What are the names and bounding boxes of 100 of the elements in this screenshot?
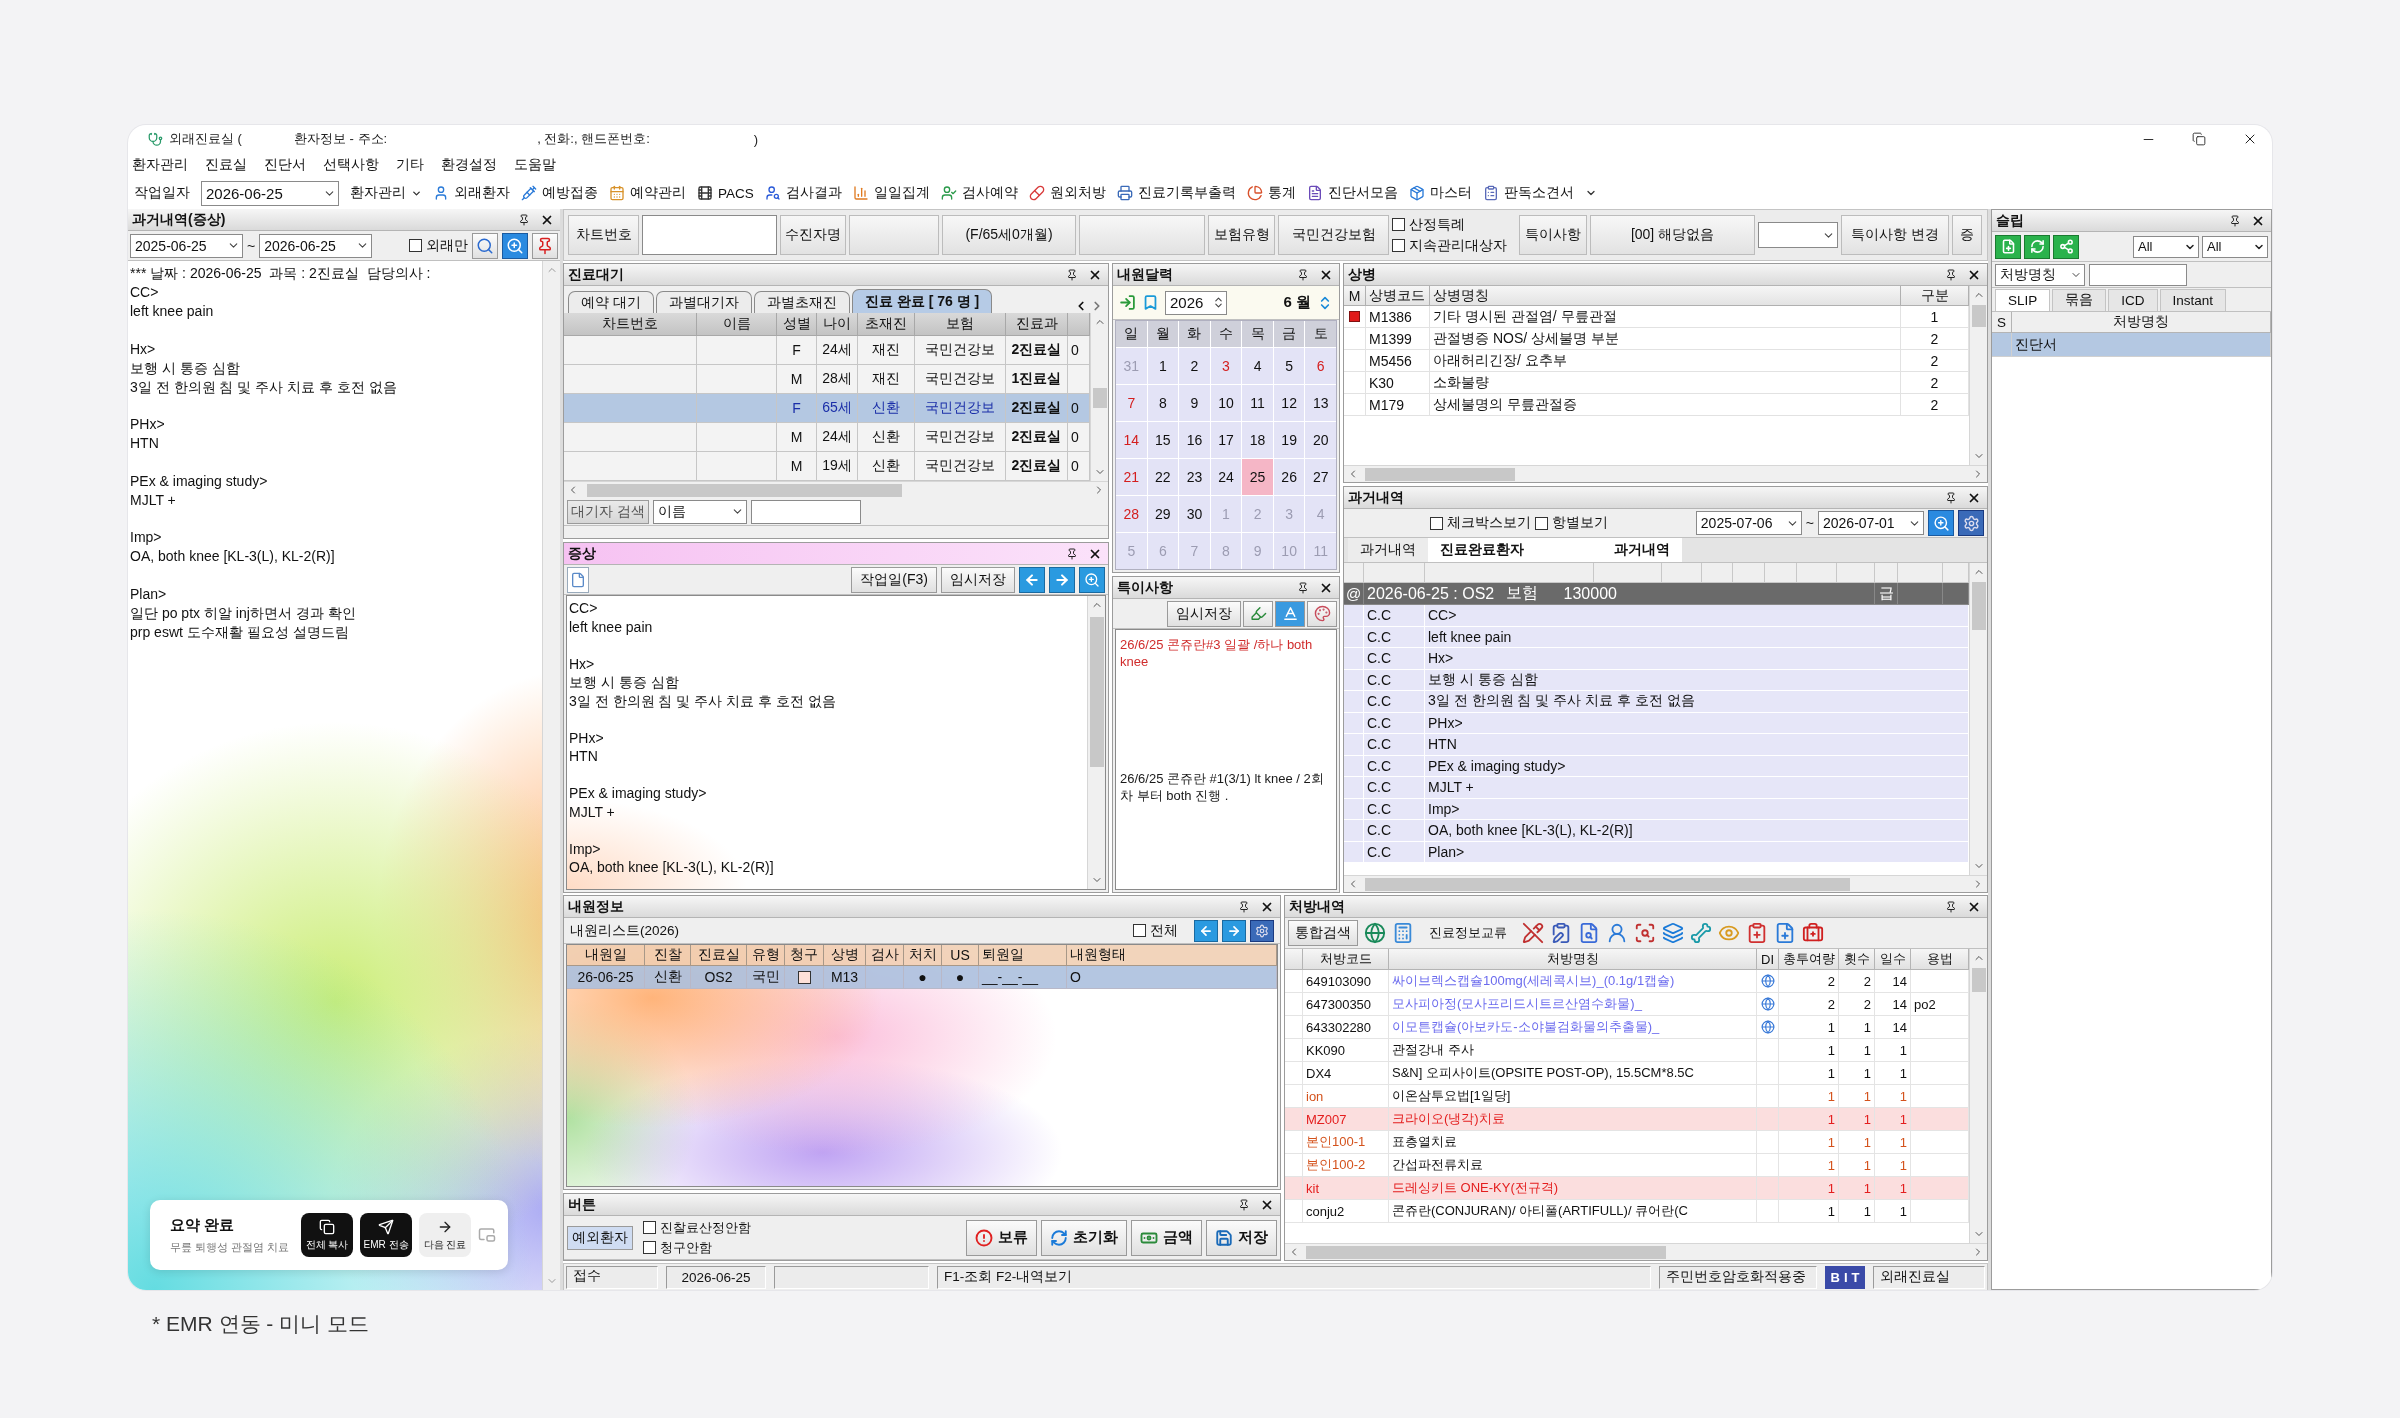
table-row[interactable]: M5456 아래허리긴장/ 요추부 2 — [1344, 350, 1969, 372]
chart-number-field[interactable] — [642, 215, 777, 255]
table-row[interactable]: C.C PEx & imaging study> — [1344, 755, 1969, 777]
calendar-day[interactable]: 30 — [1179, 496, 1210, 532]
slip-tool-button[interactable] — [2024, 234, 2050, 259]
dropdown[interactable] — [1758, 222, 1838, 248]
calendar-day[interactable]: 12 — [1273, 385, 1305, 421]
search-button[interactable] — [472, 232, 498, 259]
pin-icon[interactable] — [1238, 900, 1250, 913]
table-row[interactable]: 647300350 모사피아정(모사프리드시트르산염수화물)_ 2 2 14 po2 — [1285, 993, 1969, 1016]
toolbar-button[interactable]: 마스터 — [1408, 184, 1472, 202]
table-row[interactable]: 26-06-25 신환 OS2 국민 M13 ● ● __-__-__ O — [567, 966, 1277, 989]
scrollbar-thumb[interactable] — [1971, 582, 1986, 630]
menu-item[interactable]: 환경설정 — [441, 156, 497, 174]
pin-icon[interactable] — [1297, 581, 1309, 594]
calendar-day[interactable]: 13 — [1305, 385, 1336, 421]
tab[interactable]: 묶음 — [2052, 288, 2107, 311]
table-row[interactable]: C.C 보행 시 통증 심함 — [1344, 669, 1969, 691]
login-icon[interactable] — [1119, 294, 1136, 311]
calendar-day[interactable]: 29 — [1147, 496, 1179, 532]
scrollbar-thumb[interactable] — [1971, 305, 1986, 327]
scan-search-icon[interactable] — [1634, 922, 1656, 944]
calendar-day[interactable]: 15 — [1147, 422, 1179, 458]
date-dropdown[interactable]: 2026-07-01 — [1818, 511, 1924, 535]
filter-dropdown[interactable]: All — [2133, 235, 2199, 258]
table-row[interactable]: 본인100-1 표층열치료 1 1 1 — [1285, 1131, 1969, 1154]
tab[interactable]: Instant — [2159, 288, 2227, 311]
pin-icon[interactable] — [2229, 214, 2241, 227]
calendar-day[interactable]: 18 — [1242, 422, 1273, 458]
zoom-button[interactable] — [1079, 566, 1105, 593]
table-row[interactable]: 본인100-2 간섭파전류치료 1 1 1 — [1285, 1154, 1969, 1177]
zoom-button[interactable] — [1928, 510, 1954, 536]
checkbox[interactable] — [1535, 516, 1549, 530]
search-field[interactable] — [751, 499, 861, 524]
patient-bar-button[interactable]: 증 — [1952, 215, 1982, 255]
action-button[interactable]: 다음 진료 — [419, 1213, 471, 1257]
calendar-day[interactable]: 27 — [1305, 459, 1336, 495]
calendar-day[interactable]: 11 — [1242, 385, 1273, 421]
menu-item[interactable]: 진료실 — [205, 156, 247, 174]
highlight-button[interactable] — [1243, 600, 1273, 627]
zoom-button[interactable] — [502, 232, 528, 259]
table-row[interactable]: C.C Plan> — [1344, 841, 1969, 863]
toolbar-button[interactable]: 작업일(F3) — [851, 566, 937, 593]
settings-button[interactable] — [1250, 919, 1274, 942]
calendar-day[interactable]: 7 — [1116, 385, 1147, 421]
medical-kit-icon[interactable] — [1802, 922, 1824, 944]
toolbar-button[interactable]: 진단서모음 — [1306, 184, 1398, 202]
table-row[interactable]: C.C Hx> — [1344, 648, 1969, 670]
settings-button[interactable] — [1958, 510, 1984, 536]
tab[interactable]: 예약 대기 — [568, 291, 654, 313]
toolbar-button[interactable]: 일일집계 — [852, 184, 930, 202]
table-row[interactable]: M1386 기타 명시된 관절염/ 무릎관절 1 — [1344, 306, 1969, 328]
tab[interactable]: 진료 완료 [ 76 명 ] — [851, 289, 993, 313]
patient-name-field[interactable] — [849, 215, 939, 255]
scrollbar-thumb[interactable] — [587, 483, 902, 497]
change-button[interactable]: 특이사항 변경 — [1841, 215, 1949, 255]
calendar-day[interactable]: 14 — [1116, 422, 1147, 458]
calendar-day[interactable]: 16 — [1179, 422, 1210, 458]
clipboard-pen-icon[interactable] — [1550, 922, 1572, 944]
calendar-day[interactable]: 1 — [1147, 348, 1179, 384]
action-button[interactable]: 금액 — [1131, 1219, 1202, 1256]
menu-item[interactable]: 도움말 — [514, 156, 556, 174]
table-row[interactable]: M179 상세불명의 무릎관절증 2 — [1344, 394, 1969, 416]
table-row[interactable]: DX4 S&N] 오피사이트(OPSITE POST-OP), 15.5CM*8.5C 1 1 1 — [1285, 1062, 1969, 1085]
toolbar-button[interactable]: 원외처방 — [1028, 184, 1106, 202]
pin-icon[interactable] — [1297, 268, 1309, 281]
action-button[interactable]: EMR 전송 — [360, 1213, 412, 1257]
calendar-day[interactable]: 21 — [1116, 459, 1147, 495]
calendar-day[interactable]: 25 — [1242, 459, 1273, 495]
calendar-day[interactable]: 4 — [1242, 348, 1273, 384]
scrollbar-thumb[interactable] — [1971, 968, 1986, 992]
table-row[interactable]: M1399 관절병증 NOS/ 상세불명 부분 2 — [1344, 328, 1969, 350]
checkbox[interactable] — [643, 1241, 656, 1254]
action-button[interactable]: 초기화 — [1041, 1219, 1127, 1256]
menu-item[interactable]: 환자관리 — [132, 156, 188, 174]
new-document-button[interactable] — [567, 566, 589, 593]
restore-icon[interactable] — [2192, 132, 2206, 146]
pin-button[interactable] — [532, 232, 558, 259]
file-search-icon[interactable] — [1578, 922, 1600, 944]
calendar-day[interactable]: 9 — [1179, 385, 1210, 421]
slip-tool-button[interactable] — [1995, 234, 2021, 259]
search-label-button[interactable]: 대기자 검색 — [567, 499, 649, 524]
person-icon[interactable] — [1606, 922, 1628, 944]
color-button[interactable] — [1307, 600, 1337, 627]
date-dropdown[interactable]: 2025-07-06 — [1695, 511, 1802, 535]
scrollbar-thumb[interactable] — [1089, 617, 1104, 767]
calendar-day[interactable]: 17 — [1210, 422, 1242, 458]
clipboard-plus-icon[interactable] — [1746, 922, 1768, 944]
calendar-day[interactable]: 20 — [1305, 422, 1336, 458]
table-row[interactable]: M 19세 신환 국민건강보 2진료실 0 — [564, 452, 1090, 481]
date-dropdown[interactable]: 2026-06-25 — [259, 233, 373, 258]
table-row[interactable]: ion 이온삼투요법[1일당] 1 1 1 — [1285, 1085, 1969, 1108]
table-row[interactable]: C.C HTN — [1344, 734, 1969, 756]
calendar-day[interactable]: 8 — [1147, 385, 1179, 421]
tab[interactable]: 과별대기자 — [655, 291, 752, 313]
table-row[interactable]: 649103090 싸이브렉스캡슐100mg(세레콕시브)_(0.1g/1캡슐) 2 2 14 — [1285, 970, 1969, 993]
table-row[interactable]: K30 소화불량 2 — [1344, 372, 1969, 394]
table-row[interactable]: KK090 관절강내 주사 1 1 1 — [1285, 1039, 1969, 1062]
table-row[interactable]: M 28세 재진 국민건강보 1진료실 — [564, 365, 1090, 394]
pin-icon[interactable] — [1945, 900, 1957, 913]
